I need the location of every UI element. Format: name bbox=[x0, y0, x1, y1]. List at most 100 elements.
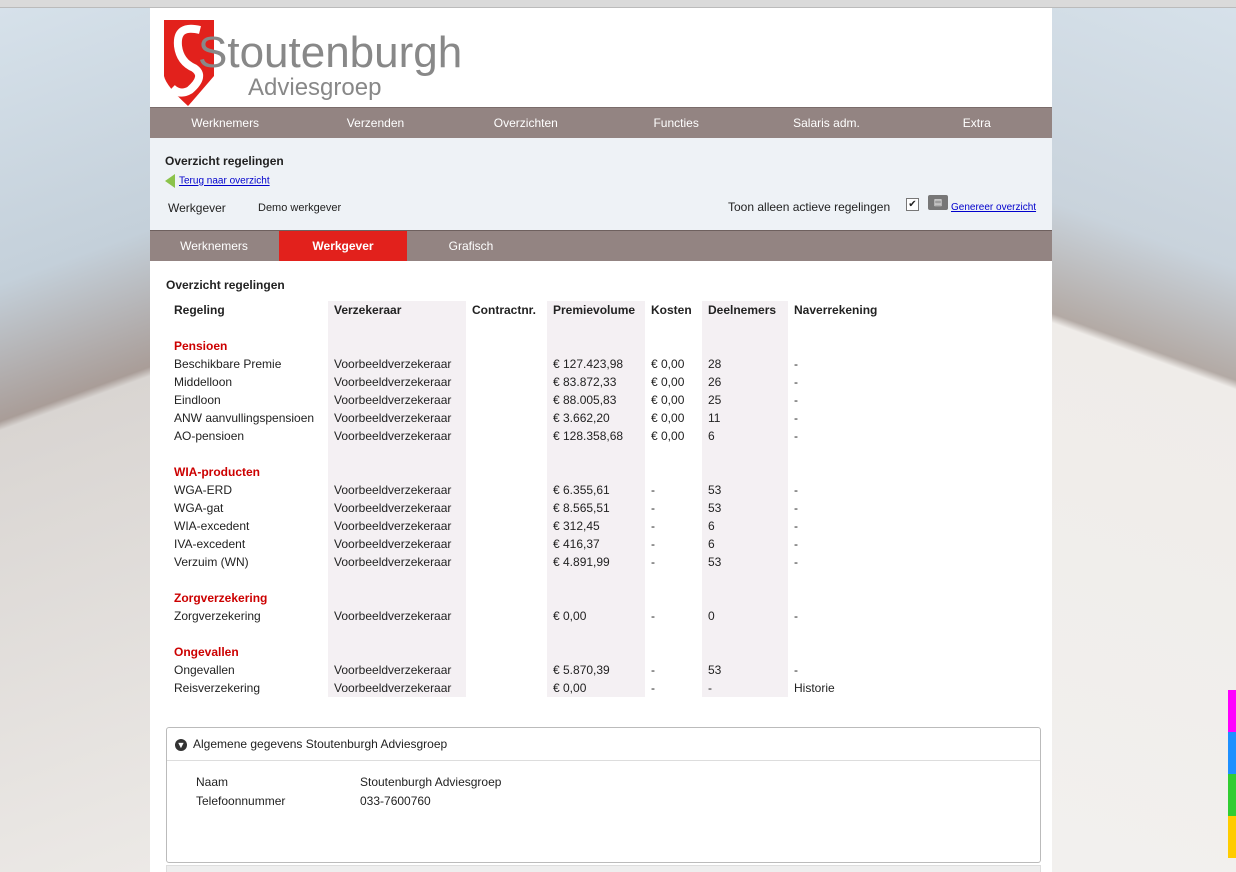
tab-werkgever[interactable]: Werkgever bbox=[279, 231, 407, 261]
verzekeraar-cell: Voorbeeldverzekeraar bbox=[334, 375, 452, 389]
general-info-header[interactable]: ▼ Algemene gegevens Stoutenburgh Adviesgr… bbox=[167, 728, 1040, 761]
group-heading: Ongevallen bbox=[174, 645, 239, 659]
col-premievolume: Premievolume bbox=[547, 301, 645, 319]
general-info-title: Algemene gegevens Stoutenburgh Adviesgro… bbox=[193, 737, 448, 751]
table-row: Middelloon Voorbeeldverzekeraar € 83.872,3… bbox=[168, 373, 890, 391]
kosten-cell: - bbox=[651, 609, 655, 623]
regeling-link[interactable]: Beschikbare Premie bbox=[174, 357, 281, 371]
premie-cell: € 88.005,83 bbox=[553, 393, 617, 407]
kosten-cell: € 0,00 bbox=[651, 411, 685, 425]
verzekeraar-cell: Voorbeeldverzekeraar bbox=[334, 537, 452, 551]
main-nav: Werknemers Verzenden Overzichten Functie… bbox=[150, 107, 1052, 139]
regeling-link[interactable]: Reisverzekering bbox=[174, 681, 260, 695]
naverrekening-cell: - bbox=[794, 537, 798, 551]
col-deelnemers: Deelnemers bbox=[702, 301, 788, 319]
verzekeraar-cell: Voorbeeldverzekeraar bbox=[334, 519, 452, 533]
regeling-link[interactable]: AO-pensioen bbox=[174, 429, 244, 443]
deelnemers-cell: 53 bbox=[708, 501, 722, 515]
spacer-row bbox=[168, 319, 890, 337]
group-heading: Pensioen bbox=[174, 339, 228, 353]
table-row: WIA-excedent Voorbeeldverzekeraar € 312,45… bbox=[168, 517, 890, 535]
group-row: WIA-producten bbox=[168, 463, 890, 481]
regeling-link[interactable]: WIA-excedent bbox=[174, 519, 249, 533]
deelnemers-cell: 53 bbox=[708, 663, 722, 677]
spacer-row bbox=[168, 445, 890, 463]
regeling-link[interactable]: Eindloon bbox=[174, 393, 221, 407]
tab-bar: Werknemers Werkgever Grafisch bbox=[150, 230, 1052, 262]
naverrekening-cell: - bbox=[794, 609, 798, 623]
regeling-link[interactable]: Verzuim (WN) bbox=[174, 555, 249, 569]
telefoon-label: Telefoonnummer bbox=[196, 794, 286, 808]
col-verzekeraar: Verzekeraar bbox=[328, 301, 466, 319]
group-row: Zorgverzekering bbox=[168, 589, 890, 607]
table-row: ANW aanvullingspensioen Voorbeeldverzeker… bbox=[168, 409, 890, 427]
document-icon[interactable]: ▤ bbox=[928, 195, 948, 210]
deelnemers-cell: 0 bbox=[708, 609, 715, 623]
kosten-cell: - bbox=[651, 663, 655, 677]
table-row: IVA-excedent Voorbeeldverzekeraar € 416,37… bbox=[168, 535, 890, 553]
table-row: WGA-gat Voorbeeldverzekeraar € 8.565,51 - 53… bbox=[168, 499, 890, 517]
nav-item-verzenden[interactable]: Verzenden bbox=[300, 108, 450, 138]
verzekeraar-cell: Voorbeeldverzekeraar bbox=[334, 393, 452, 407]
kosten-cell: € 0,00 bbox=[651, 429, 685, 443]
section-title: Overzicht regelingen bbox=[166, 278, 285, 292]
regeling-link[interactable]: WGA-ERD bbox=[174, 483, 232, 497]
page-title: Overzicht regelingen bbox=[165, 154, 284, 168]
premie-cell: € 4.891,99 bbox=[553, 555, 610, 569]
historie-link[interactable]: Historie bbox=[794, 681, 835, 695]
deelnemers-cell: - bbox=[708, 681, 712, 695]
page: Stoutenburgh Adviesgroep Werknemers Verz… bbox=[150, 8, 1052, 872]
deelnemers-cell: 25 bbox=[708, 393, 722, 407]
chevron-down-circle-icon: ▼ bbox=[175, 738, 187, 751]
logo-subtext: Adviesgroep bbox=[248, 74, 382, 101]
verzekeraar-cell: Voorbeeldverzekeraar bbox=[334, 483, 452, 497]
kosten-cell: - bbox=[651, 483, 655, 497]
regeling-link[interactable]: Middelloon bbox=[174, 375, 232, 389]
nav-item-extra[interactable]: Extra bbox=[902, 108, 1052, 138]
regeling-link[interactable]: WGA-gat bbox=[174, 501, 223, 515]
premie-cell: € 6.355,61 bbox=[553, 483, 610, 497]
generate-overview-link[interactable]: Genereer overzicht bbox=[951, 202, 1036, 213]
kosten-cell: - bbox=[651, 681, 655, 695]
verzekeraar-cell: Voorbeeldverzekeraar bbox=[334, 555, 452, 569]
group-row: Pensioen bbox=[168, 337, 890, 355]
col-kosten: Kosten bbox=[651, 303, 692, 317]
naverrekening-cell: - bbox=[794, 555, 798, 569]
deelnemers-cell: 26 bbox=[708, 375, 722, 389]
group-heading: Zorgverzekering bbox=[174, 591, 268, 605]
side-color-strip bbox=[1228, 690, 1236, 860]
tab-werknemers[interactable]: Werknemers bbox=[150, 231, 278, 261]
logo[interactable]: Stoutenburgh Adviesgroep bbox=[160, 16, 462, 108]
premie-cell: € 127.423,98 bbox=[553, 357, 624, 371]
general-info-panel: ▼ Algemene gegevens Stoutenburgh Adviesgr… bbox=[166, 727, 1041, 863]
nav-item-functies[interactable]: Functies bbox=[601, 108, 751, 138]
naam-label: Naam bbox=[196, 775, 229, 789]
nav-item-overzichten[interactable]: Overzichten bbox=[451, 108, 601, 138]
regeling-link[interactable]: Zorgverzekering bbox=[174, 609, 261, 623]
deelnemers-cell: 53 bbox=[708, 483, 722, 497]
table-row: Eindloon Voorbeeldverzekeraar € 88.005,83 €… bbox=[168, 391, 890, 409]
nav-item-salaris[interactable]: Salaris adm. bbox=[751, 108, 901, 138]
naverrekening-cell: - bbox=[794, 519, 798, 533]
premie-cell: € 0,00 bbox=[553, 681, 587, 695]
table-body: Pensioen Beschikbare Premie Voorbeeldverze… bbox=[168, 319, 890, 697]
kosten-cell: € 0,00 bbox=[651, 393, 685, 407]
premie-cell: € 3.662,20 bbox=[553, 411, 610, 425]
kosten-cell: - bbox=[651, 501, 655, 515]
active-only-checkbox[interactable]: ✔ bbox=[906, 198, 919, 211]
spacer-row bbox=[168, 571, 890, 589]
regeling-link[interactable]: ANW aanvullingspensioen bbox=[174, 411, 314, 425]
background-image-left bbox=[0, 8, 150, 872]
back-link[interactable]: Terug naar overzicht bbox=[165, 174, 270, 188]
premie-cell: € 83.872,33 bbox=[553, 375, 617, 389]
regeling-link[interactable]: Ongevallen bbox=[174, 663, 235, 677]
regeling-link[interactable]: IVA-excedent bbox=[174, 537, 245, 551]
nav-item-werknemers[interactable]: Werknemers bbox=[150, 108, 300, 138]
tab-grafisch[interactable]: Grafisch bbox=[407, 231, 535, 261]
group-row: Ongevallen bbox=[168, 643, 890, 661]
browser-top-bar bbox=[0, 0, 1236, 8]
naverrekening-cell: - bbox=[794, 483, 798, 497]
premie-cell: € 416,37 bbox=[553, 537, 600, 551]
naverrekening-cell: - bbox=[794, 357, 798, 371]
premie-cell: € 8.565,51 bbox=[553, 501, 610, 515]
